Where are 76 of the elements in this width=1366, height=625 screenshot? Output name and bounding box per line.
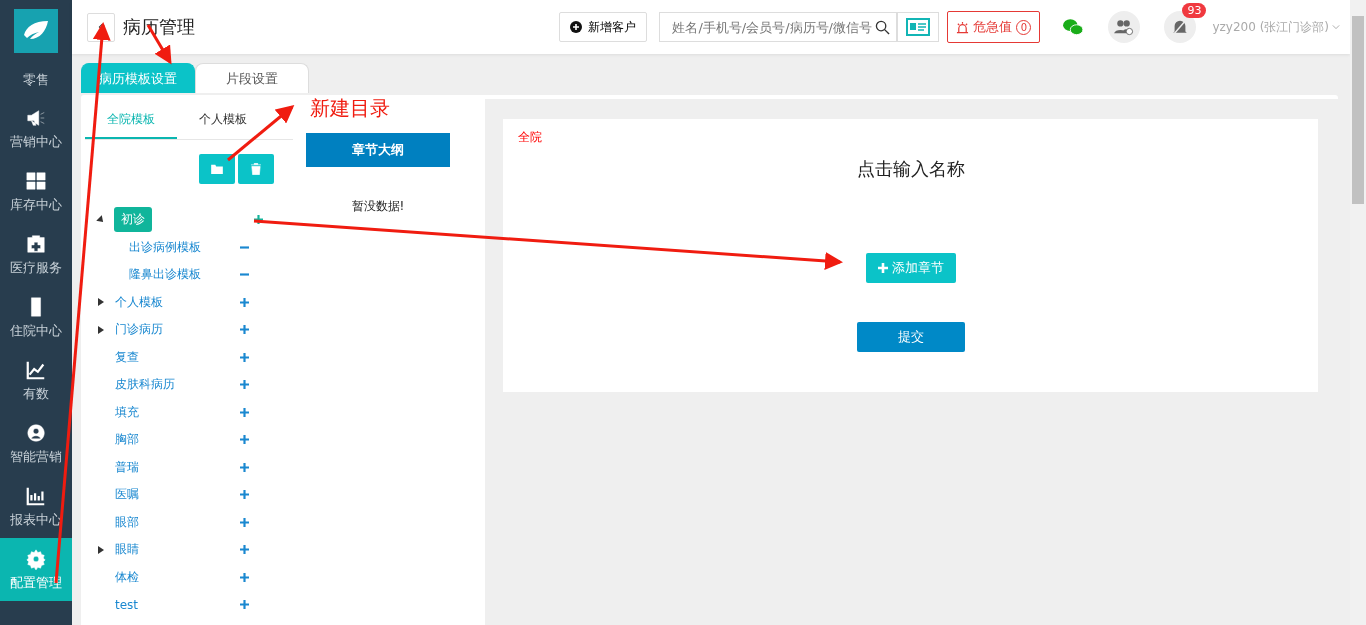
sidebar-item[interactable]: 医疗服务 — [0, 223, 72, 286]
tree-item[interactable]: 门诊病历 — [114, 321, 240, 339]
sidebar-item[interactable]: 零售 — [0, 63, 72, 97]
plus-icon[interactable] — [240, 490, 249, 500]
tree-item[interactable]: 出诊病例模板 — [128, 238, 240, 256]
new-customer-button[interactable]: 新增客户 — [559, 12, 648, 42]
template-name[interactable]: 点击输入名称 — [856, 157, 965, 181]
expand-icon[interactable] — [95, 214, 106, 225]
users-clock-icon — [1113, 18, 1136, 36]
tree-item[interactable]: 胸部 — [114, 431, 240, 449]
tree-item[interactable]: 眼部 — [114, 513, 240, 531]
tree-item[interactable]: 皮肤科病历 — [114, 376, 240, 394]
chevron-left-icon — [97, 23, 105, 31]
tree-item[interactable]: 体检 — [114, 568, 240, 586]
trash-icon — [251, 163, 261, 175]
sidebar-item[interactable]: 库存中心 — [0, 160, 72, 223]
sidebar-item[interactable]: 有数 — [0, 349, 72, 412]
tree-item[interactable]: 初诊 — [114, 207, 152, 233]
sidebar-item[interactable]: 营销中心 — [0, 97, 72, 160]
group-button[interactable] — [1108, 11, 1141, 43]
sidebar-item[interactable]: 智能营销 — [0, 412, 72, 475]
plus-icon[interactable] — [240, 380, 249, 390]
app-logo — [14, 9, 58, 53]
search-icon — [875, 19, 891, 35]
add-section-button[interactable]: 添加章节 — [865, 253, 956, 283]
caret-down-icon — [1332, 24, 1340, 30]
plus-icon[interactable] — [240, 297, 249, 307]
plus-circle-icon — [570, 21, 583, 33]
plus-icon[interactable] — [240, 517, 249, 527]
sidebar-item[interactable]: 住院中心 — [0, 286, 72, 349]
plus-icon[interactable] — [240, 462, 249, 472]
alarm-light-icon — [956, 20, 970, 34]
chat-icon[interactable] — [1062, 18, 1085, 36]
tree-item[interactable]: 普瑞 — [114, 458, 240, 476]
plus-icon — [877, 263, 888, 273]
plus-icon[interactable] — [254, 215, 263, 225]
submit-button[interactable]: 提交 — [856, 322, 965, 352]
notification-count: 93 — [1182, 3, 1207, 18]
sidebar-icon — [25, 232, 47, 255]
tree-item[interactable]: 个人模板 — [114, 293, 240, 311]
tree-item[interactable]: 医嘱 — [114, 486, 240, 504]
plus-icon[interactable] — [240, 572, 249, 582]
expand-icon[interactable] — [97, 298, 104, 307]
tab[interactable]: 片段设置 — [195, 63, 309, 93]
plus-icon[interactable] — [240, 352, 249, 362]
sidebar-icon — [25, 169, 47, 192]
tab[interactable]: 全院模板 — [85, 101, 177, 139]
tree-item[interactable]: 填充 — [114, 403, 240, 421]
empty-message: 暂没数据! — [351, 198, 405, 215]
tree-item[interactable]: 复查 — [114, 348, 240, 366]
sidebar-icon — [25, 421, 47, 444]
sidebar-icon — [25, 547, 47, 570]
plus-icon[interactable] — [240, 545, 249, 555]
search-field[interactable]: 姓名/手机号/会员号/病历号/微信号 — [659, 12, 898, 42]
id-card-button[interactable] — [897, 12, 940, 42]
outline-header: 章节大纲 — [306, 133, 450, 167]
tree-item[interactable]: 隆鼻出诊模板 — [128, 266, 240, 284]
critical-value-button[interactable]: 危急值 0 — [947, 11, 1041, 43]
scrollbar[interactable] — [1350, 0, 1366, 625]
expand-icon[interactable] — [97, 325, 104, 334]
expand-icon[interactable] — [97, 545, 104, 554]
tree-item[interactable]: 眼睛 — [114, 541, 240, 559]
plus-icon[interactable] — [240, 407, 249, 417]
scope-label: 全院 — [518, 129, 542, 146]
plus-icon[interactable] — [240, 600, 249, 610]
plus-icon[interactable] — [240, 435, 249, 445]
annotation-label: 新建目录 — [310, 95, 390, 122]
plus-icon[interactable] — [240, 325, 249, 335]
tree-item[interactable]: test — [114, 597, 240, 612]
bell-muted-icon — [1171, 18, 1190, 36]
folder-icon — [211, 164, 223, 174]
user-menu[interactable]: yzy200 (张江门诊部) — [1212, 18, 1340, 36]
id-card-icon — [906, 18, 931, 36]
delete-button[interactable] — [238, 154, 274, 184]
tab[interactable]: 个人模板 — [177, 101, 269, 137]
new-folder-button[interactable] — [199, 154, 235, 184]
